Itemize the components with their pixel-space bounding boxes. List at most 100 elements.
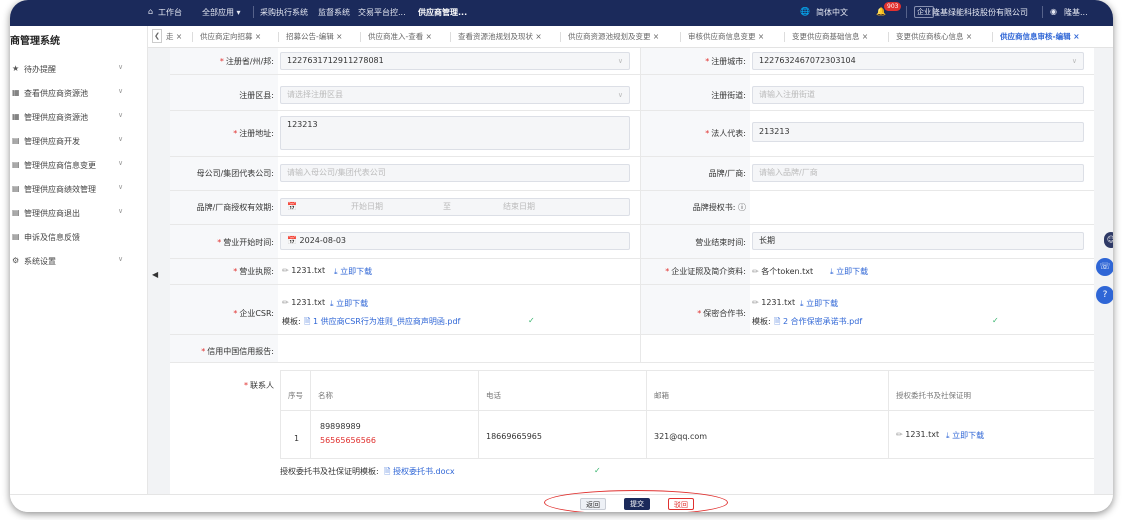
credit-report-label: * 信用中国信用报告: bbox=[201, 347, 274, 356]
biz-start-label: * 营业开始时间: bbox=[217, 238, 274, 247]
auth-template-link[interactable]: 🗎 授权委托书.docx bbox=[384, 466, 455, 480]
sidebar-item-settings[interactable]: ⚙ 系统设置 ∨ bbox=[10, 250, 148, 272]
reg-street-input[interactable]: 请输入注册街道 bbox=[752, 86, 1084, 104]
reg-district-label: 注册区县: bbox=[239, 91, 274, 100]
csr-template-link[interactable]: 🗎 1 供应商CSR行为准则_供应商声明函.pdf bbox=[304, 316, 460, 330]
file-icon: 🗎 bbox=[774, 317, 781, 326]
headset-icon[interactable]: ☏ bbox=[1096, 258, 1113, 276]
nda-download-link[interactable]: ⤓ 立即下载 bbox=[800, 298, 838, 309]
biz-end-input[interactable]: 长期 bbox=[752, 232, 1084, 250]
csr-file[interactable]: ✏ 1231.txt bbox=[282, 298, 325, 307]
divider bbox=[280, 370, 1094, 371]
csr-download-link[interactable]: ⤓ 立即下载 bbox=[330, 298, 368, 309]
enterprise-tag: 企业 bbox=[914, 6, 934, 18]
tab-admission-view[interactable]: 供应商准入-查看 × bbox=[368, 31, 432, 42]
topbar-link-procurement[interactable]: 采购执行系统 bbox=[260, 7, 308, 18]
check-circle-icon: ✓ bbox=[992, 316, 999, 325]
parent-rep-input[interactable]: 请输入母公司/集团代表公司 bbox=[280, 164, 630, 182]
topbar-link-trading[interactable]: 交易平台控... bbox=[358, 7, 406, 18]
biz-start-date[interactable]: 📅 2024-08-03 bbox=[280, 232, 630, 250]
divider bbox=[680, 32, 681, 42]
topbar-link-supplier-mgmt[interactable]: 供应商管理... bbox=[418, 7, 467, 18]
col-header-email: 邮箱 bbox=[654, 391, 669, 400]
tab-prev[interactable]: 走 × bbox=[166, 31, 182, 42]
tab-recruit-notice[interactable]: 招募公告-编辑 × bbox=[286, 31, 342, 42]
reg-street-label: 注册街道: bbox=[711, 91, 746, 100]
license-file[interactable]: ✏ 1231.txt bbox=[282, 266, 325, 275]
reg-district-select[interactable]: 请选择注册区县 ∨ bbox=[280, 86, 630, 104]
workbench-link[interactable]: 工作台 bbox=[158, 7, 182, 18]
brand-label: 品牌/厂商: bbox=[708, 169, 746, 178]
reg-province-select[interactable]: 1227631712911278081 ∨ bbox=[280, 52, 630, 70]
collapse-sidebar-icon[interactable]: ◀ bbox=[152, 270, 158, 279]
divider bbox=[278, 32, 279, 42]
globe-icon[interactable]: 🌐 bbox=[800, 7, 810, 16]
chevron-down-icon: ∨ bbox=[617, 91, 623, 99]
cell-name: 89898989 bbox=[320, 422, 361, 431]
cell-auth-file[interactable]: ✏ 1231.txt bbox=[896, 430, 939, 439]
license-download-link[interactable]: ⤓ 立即下载 bbox=[334, 266, 372, 277]
sidebar-item-performance[interactable]: ▤ 管理供应商绩效管理 ∨ bbox=[10, 178, 148, 200]
tab-supplier-review-edit[interactable]: 供应商信息审核-编辑 × bbox=[1000, 31, 1080, 42]
divider bbox=[170, 284, 1094, 285]
divider bbox=[360, 32, 361, 42]
sidebar-item-appeal[interactable]: ▤ 申诉及信息反馈 bbox=[10, 226, 148, 248]
brand-input[interactable]: 请输入品牌/厂商 bbox=[752, 164, 1084, 182]
nda-file[interactable]: ✏ 1231.txt bbox=[752, 298, 795, 307]
tab-core-info-change[interactable]: 变更供应商核心信息 × bbox=[896, 31, 972, 42]
language-switch[interactable]: 简体中文 bbox=[816, 7, 848, 18]
sidebar-item-exit[interactable]: ▤ 管理供应商退出 ∨ bbox=[10, 202, 148, 224]
chevron-down-icon: ∨ bbox=[617, 57, 623, 65]
reg-city-select[interactable]: 1227632467072303104 ∨ bbox=[752, 52, 1084, 70]
tab-scroll-left-icon[interactable]: ❮ bbox=[152, 29, 162, 43]
cell-no: 1 bbox=[294, 434, 300, 443]
sidebar-item-todo[interactable]: ★ 待办提醒 ∨ bbox=[10, 58, 148, 80]
home-icon[interactable]: ⌂ bbox=[148, 7, 153, 16]
cell-auth-download-link[interactable]: ⤓ 立即下载 bbox=[946, 430, 984, 441]
avatar[interactable]: ◉ bbox=[1050, 7, 1057, 16]
tab-pool-plan-change[interactable]: 供应商资源池规划及变更 × bbox=[568, 31, 659, 42]
sidebar-item-info-change[interactable]: ▤ 管理供应商信息变更 ∨ bbox=[10, 154, 148, 176]
cert-download-link[interactable]: ⤓ 立即下载 bbox=[830, 266, 868, 277]
divider bbox=[170, 362, 1094, 363]
reg-address-textarea[interactable]: 123213 bbox=[280, 116, 630, 150]
tab-pool-plan-view[interactable]: 查看资源池规划及现状 × bbox=[458, 31, 542, 42]
chevron-down-icon: ∨ bbox=[118, 255, 124, 263]
tab-basic-info-change[interactable]: 变更供应商基础信息 × bbox=[792, 31, 868, 42]
divider bbox=[280, 410, 1094, 411]
help-icon[interactable]: ? bbox=[1096, 286, 1113, 304]
file-icon: 🗎 bbox=[384, 467, 391, 476]
tab-review-change[interactable]: 审核供应商信息变更 × bbox=[688, 31, 764, 42]
user-name[interactable]: 隆基... bbox=[1064, 7, 1088, 18]
tab-directed-recruit[interactable]: 供应商定向招募 × bbox=[200, 31, 261, 42]
chevron-down-icon: ∨ bbox=[118, 87, 124, 95]
col-header-name: 名称 bbox=[318, 391, 333, 400]
legal-rep-input[interactable]: 213213 bbox=[752, 122, 1084, 142]
divider bbox=[253, 6, 254, 18]
sidebar-item-label: 系统设置 bbox=[24, 257, 56, 266]
divider bbox=[906, 6, 907, 18]
sidebar-item-view-pool[interactable]: ▦ 查看供应商资源池 ∨ bbox=[10, 82, 148, 104]
divider bbox=[888, 370, 889, 458]
file-icon: 🗎 bbox=[304, 317, 311, 326]
info-icon[interactable]: ⓘ bbox=[738, 203, 746, 212]
col-header-auth-doc: 授权委托书及社保证明 bbox=[896, 391, 971, 400]
divider bbox=[280, 458, 1094, 459]
assistant-robot-icon[interactable]: ☺ bbox=[1104, 232, 1113, 248]
brand-auth-daterange[interactable]: 📅 开始日期 至 结束日期 bbox=[280, 198, 630, 216]
divider bbox=[478, 370, 479, 458]
nda-template-link[interactable]: 🗎 2 合作保密承诺书.pdf bbox=[774, 316, 862, 330]
all-apps-menu[interactable]: 全部应用 ▾ bbox=[202, 7, 241, 18]
divider bbox=[170, 224, 1094, 225]
company-name[interactable]: 隆基绿能科技股份有限公司 bbox=[932, 7, 1028, 18]
check-circle-icon: ✓ bbox=[594, 466, 601, 475]
chevron-down-icon: ∨ bbox=[118, 111, 124, 119]
sidebar: 商管理系统 ★ 待办提醒 ∨ ▦ 查看供应商资源池 ∨ ▦ 管理供应商资源池 ∨… bbox=[10, 26, 148, 512]
form-panel: * 注册省/州/邦: 1227631712911278081 ∨ * 注册城市: 12… bbox=[170, 48, 1094, 494]
sidebar-item-manage-development[interactable]: ▤ 管理供应商开发 ∨ bbox=[10, 130, 148, 152]
cert-file[interactable]: ✏ 各个token.txt bbox=[752, 266, 813, 277]
sidebar-item-label: 管理供应商资源池 bbox=[24, 113, 88, 122]
sidebar-item-manage-pool[interactable]: ▦ 管理供应商资源池 ∨ bbox=[10, 106, 148, 128]
topbar-link-supervision[interactable]: 监督系统 bbox=[318, 7, 350, 18]
divider bbox=[170, 334, 1094, 335]
